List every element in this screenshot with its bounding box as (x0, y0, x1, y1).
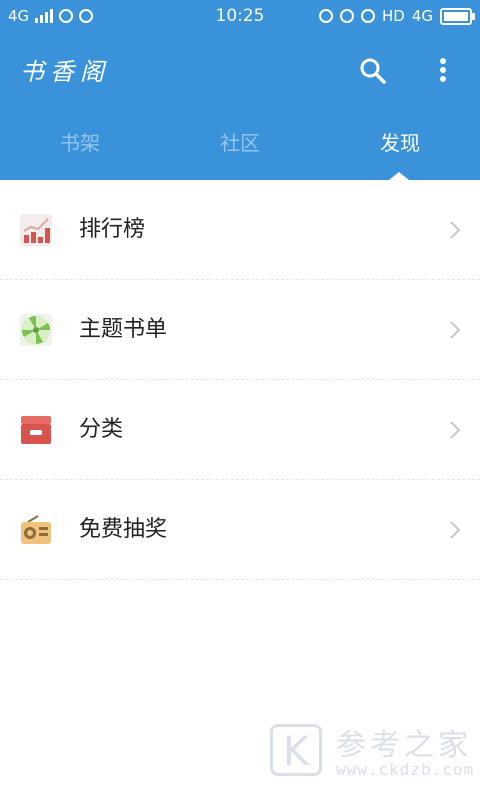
watermark-badge: K (270, 724, 322, 776)
watermark-text: 参考之家 (336, 728, 472, 763)
chevron-right-icon (450, 521, 461, 539)
list-item-ranking[interactable]: 排行榜 (0, 180, 480, 280)
chevron-right-icon (450, 221, 461, 239)
discover-list: 排行榜 主题书单 分类 免费抽奖 (0, 180, 480, 580)
list-item-categories[interactable]: 分类 (0, 380, 480, 480)
list-item-label: 免费抽奖 (79, 517, 168, 542)
search-button[interactable] (358, 56, 388, 86)
watermark-url: www.ckdzb.com (336, 760, 475, 779)
candy-swirl-icon (20, 314, 52, 346)
search-icon (360, 58, 386, 84)
network-type-right: 4G (411, 7, 433, 25)
more-vertical-icon (440, 58, 446, 82)
app-logo: 书香阁 (20, 58, 110, 86)
rotate-icon (318, 9, 333, 23)
status-bar: 4G 10:25 HD 4G (0, 0, 480, 32)
chevron-right-icon (450, 421, 461, 439)
watermark: K 参考之家 www.ckdzb.com (270, 720, 480, 790)
status-right: HD 4G (318, 7, 475, 25)
list-item-free-lottery[interactable]: 免费抽奖 (0, 480, 480, 580)
active-tab-indicator (389, 172, 409, 180)
alarm-icon (360, 9, 375, 23)
more-options-button[interactable] (430, 56, 456, 86)
category-box-icon (21, 416, 51, 444)
hd-indicator: HD (381, 7, 405, 25)
list-item-label: 排行榜 (79, 217, 146, 242)
list-item-themed-booklists[interactable]: 主题书单 (0, 280, 480, 380)
list-item-label: 主题书单 (79, 317, 168, 342)
app-bar: 书香阁 书架 社区 发现 (0, 32, 480, 180)
chevron-right-icon (450, 321, 461, 339)
ranking-chart-icon (20, 214, 52, 246)
list-item-label: 分类 (79, 417, 124, 442)
radio-icon (21, 515, 51, 544)
tab-bookshelf[interactable]: 书架 (0, 128, 160, 180)
tab-community[interactable]: 社区 (160, 128, 320, 180)
battery-icon (440, 7, 475, 25)
bluetooth-icon (339, 9, 354, 23)
